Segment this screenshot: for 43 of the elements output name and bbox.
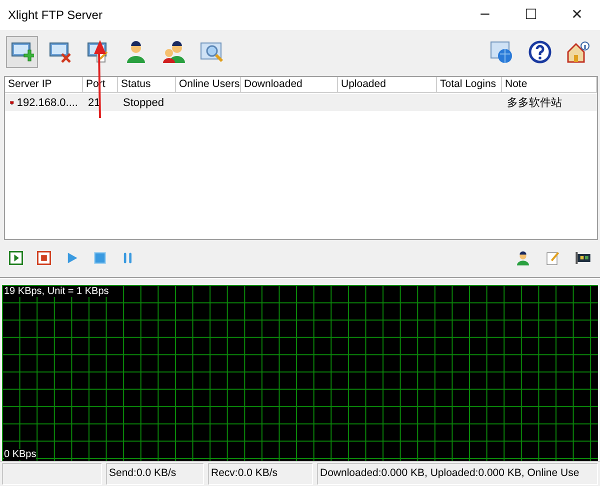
stop-icon xyxy=(37,251,51,265)
window-title: Xlight FTP Server xyxy=(8,8,104,22)
server-row[interactable]: 192.168.0.... 21 Stopped 多多软件站 xyxy=(5,94,597,111)
column-header[interactable]: Status xyxy=(118,77,176,93)
graph-max-label: 19 KBps, Unit = 1 KBps xyxy=(4,286,109,297)
edit-icon xyxy=(545,250,561,266)
maximize-button[interactable]: ☐ xyxy=(508,0,554,30)
minimize-button[interactable]: ─ xyxy=(462,0,508,30)
home-info-icon xyxy=(566,40,590,64)
play-icon xyxy=(65,251,79,265)
user-button[interactable] xyxy=(514,249,532,267)
table-cell: 192.168.0.... xyxy=(16,96,78,108)
user-icon xyxy=(124,40,148,64)
column-header[interactable]: Online Users xyxy=(176,77,241,93)
table-cell: 21 xyxy=(88,96,100,108)
search-icon xyxy=(200,40,224,64)
stop-icon xyxy=(93,251,107,265)
globe-window-icon xyxy=(490,40,514,64)
status-section: Recv:0.0 KB/s xyxy=(208,463,313,485)
table-cell-text: 多多软件站 xyxy=(507,96,562,110)
column-header[interactable]: Total Logins xyxy=(437,77,502,93)
stop-button[interactable] xyxy=(36,250,52,266)
table-cell: Stopped xyxy=(123,96,164,108)
status-section: Downloaded:0.000 KB, Uploaded:0.000 KB, Online Use xyxy=(317,463,598,485)
column-header[interactable]: Note xyxy=(502,77,597,93)
play-icon xyxy=(9,251,23,265)
toolbar-button[interactable] xyxy=(6,36,38,68)
delete-server-icon xyxy=(48,40,72,64)
status-section: Send:0.0 KB/s xyxy=(106,463,204,485)
close-button[interactable]: ✕ xyxy=(554,0,600,30)
stop-button[interactable] xyxy=(92,250,108,266)
network-card-button[interactable] xyxy=(574,249,592,267)
help-icon xyxy=(528,40,552,64)
graph-min-label: 0 KBps xyxy=(4,449,36,460)
users-icon xyxy=(162,40,186,64)
column-header[interactable]: Downloaded xyxy=(241,77,338,93)
user-icon xyxy=(515,250,531,266)
add-server-icon xyxy=(10,40,34,64)
column-header[interactable]: Server IP xyxy=(5,77,83,93)
column-header[interactable]: Uploaded xyxy=(338,77,437,93)
start-button[interactable] xyxy=(8,250,24,266)
network-card-icon xyxy=(575,250,591,266)
edit-button[interactable] xyxy=(544,249,562,267)
